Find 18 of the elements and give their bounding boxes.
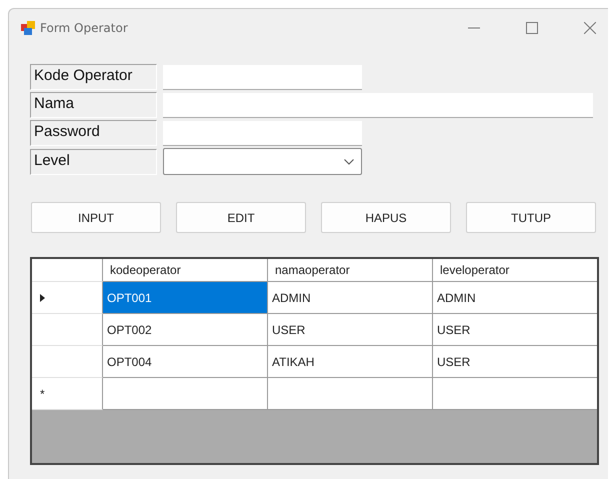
action-button[interactable]: EDIT xyxy=(176,202,306,233)
caret-icon xyxy=(344,158,354,164)
field-label: Nama xyxy=(30,92,157,118)
input-field[interactable] xyxy=(163,120,362,146)
field-label: Password xyxy=(30,120,157,146)
app-icon xyxy=(21,20,35,34)
field-label: Level xyxy=(30,148,157,174)
input-field[interactable] xyxy=(163,92,593,118)
new-row-marker: * xyxy=(40,386,45,400)
table-cell[interactable]: OPT001 xyxy=(103,282,268,314)
window-title: Form Operator xyxy=(40,20,128,34)
data-grid[interactable]: kodeoperator namaoperator leveloperator OPT001 ADMIN ADMIN OPT002 USER USER OPT004 ATIKAH USER * xyxy=(30,257,599,465)
action-button[interactable]: INPUT xyxy=(31,202,161,233)
action-button[interactable]: TUTUP xyxy=(466,202,596,233)
field-label: Kode Operator xyxy=(30,64,157,90)
input-field[interactable] xyxy=(163,64,362,90)
level-dropdown[interactable] xyxy=(163,148,362,175)
action-button[interactable]: HAPUS xyxy=(321,202,451,233)
